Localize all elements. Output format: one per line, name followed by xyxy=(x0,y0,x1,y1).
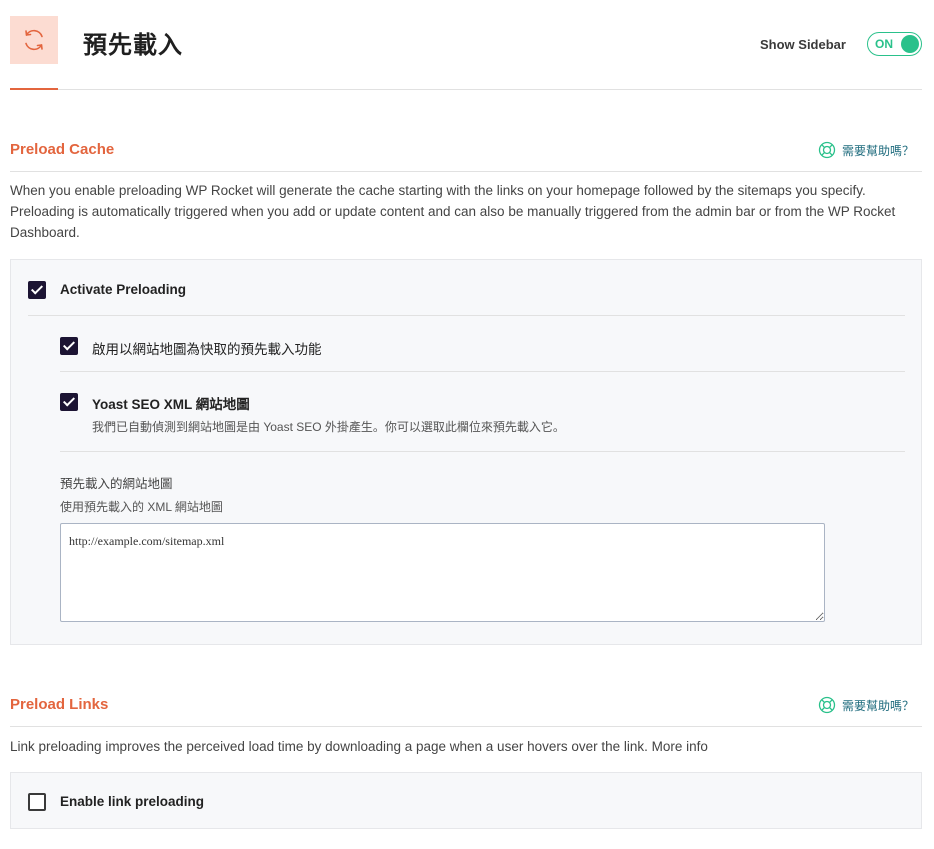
preload-cache-panel: Activate Preloading 啟用以網站地圖為快取的預先載入功能 Yo… xyxy=(10,259,922,645)
sitemap-preload-checkbox[interactable] xyxy=(60,337,78,355)
help-link-label: 需要幫助嗎？ xyxy=(841,698,914,713)
divider xyxy=(60,371,905,372)
toggle-knob xyxy=(901,35,919,53)
help-link-label: 需要幫助嗎？ xyxy=(841,143,914,158)
preload-section-icon-box xyxy=(10,16,58,64)
preload-links-help-link[interactable]: 需要幫助嗎？ xyxy=(818,696,914,714)
enable-link-preloading-label: Enable link preloading xyxy=(60,794,205,809)
yoast-sitemap-label: Yoast SEO XML 網站地圖 xyxy=(92,397,250,412)
preload-links-title: Preload Links xyxy=(10,696,109,713)
enable-link-preloading-checkbox[interactable] xyxy=(28,793,46,811)
sitemap-preload-label: 啟用以網站地圖為快取的預先載入功能 xyxy=(92,342,322,357)
preload-links-panel: Enable link preloading xyxy=(10,772,922,829)
page-title: 預先載入 xyxy=(83,32,183,59)
sitemaps-title: 預先載入的網站地圖 xyxy=(60,477,173,491)
lifebuoy-icon xyxy=(818,141,836,159)
show-sidebar-label: Show Sidebar xyxy=(760,37,846,52)
lifebuoy-icon xyxy=(818,696,836,714)
sitemaps-description: 使用預先載入的 XML 網站地圖 xyxy=(60,500,223,514)
refresh-icon xyxy=(25,29,43,51)
show-sidebar-toggle[interactable]: ON xyxy=(867,32,922,56)
divider xyxy=(60,451,905,452)
toggle-state-label: ON xyxy=(875,37,893,51)
sitemaps-textarea[interactable] xyxy=(60,523,825,622)
activate-preloading-label: Activate Preloading xyxy=(60,282,187,297)
preload-links-description: Link preloading improves the perceived l… xyxy=(10,739,708,754)
preload-cache-section-header: Preload Cache 需要幫助嗎？ xyxy=(10,136,922,172)
page-header: 預先載入 Show Sidebar ON xyxy=(10,16,922,90)
active-section-underline xyxy=(10,88,58,90)
preload-links-section-header: Preload Links 需要幫助嗎？ xyxy=(10,691,922,727)
yoast-sitemap-checkbox[interactable] xyxy=(60,393,78,411)
yoast-sitemap-description: 我們已自動偵測到網站地圖是由 Yoast SEO 外掛產生。你可以選取此欄位來預… xyxy=(92,420,565,434)
preload-cache-title: Preload Cache xyxy=(10,141,115,158)
preload-cache-help-link[interactable]: 需要幫助嗎？ xyxy=(818,141,914,159)
divider xyxy=(28,315,905,316)
preload-cache-description: When you enable preloading WP Rocket wil… xyxy=(10,183,896,240)
activate-preloading-checkbox[interactable] xyxy=(28,281,46,299)
